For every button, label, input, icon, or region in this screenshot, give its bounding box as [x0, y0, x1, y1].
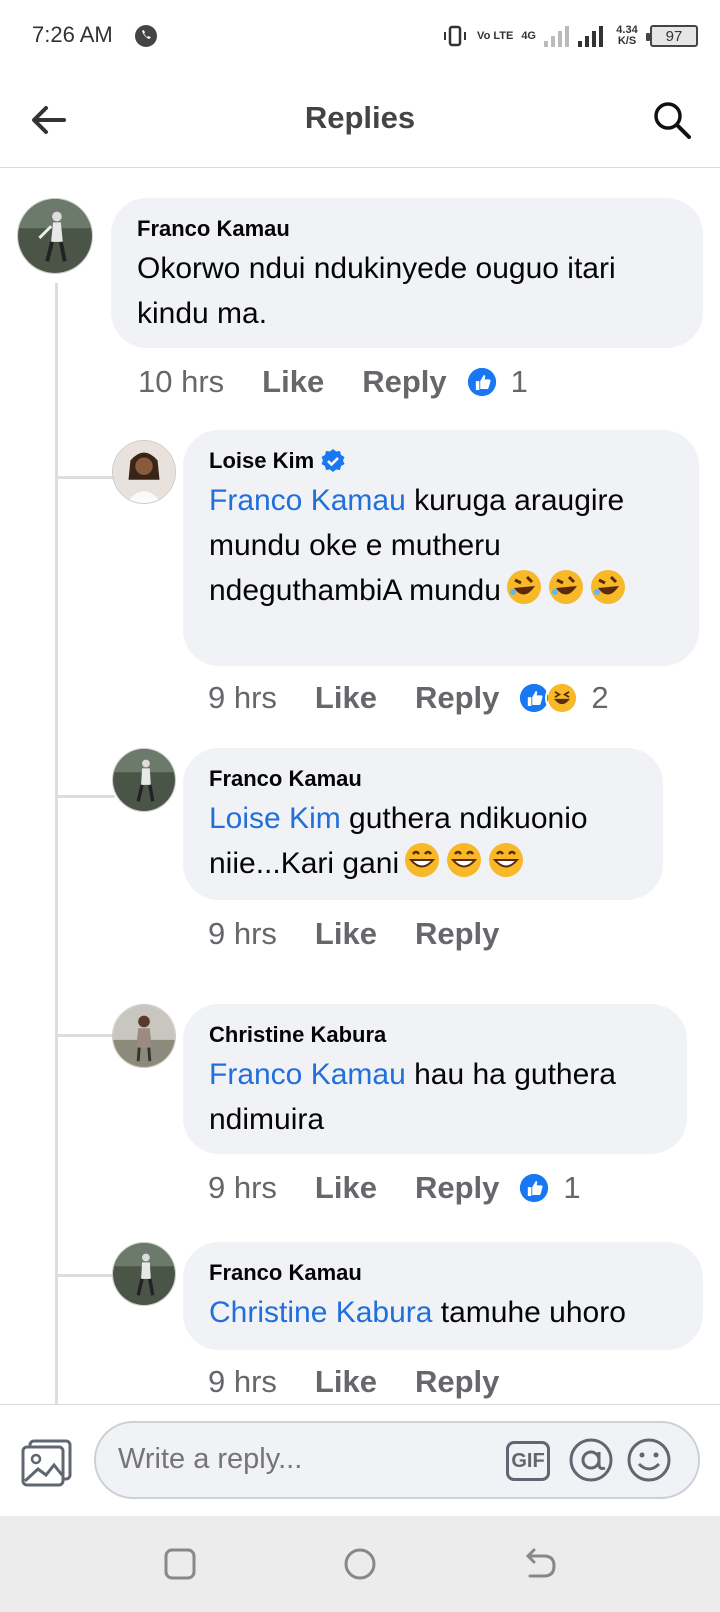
- grin-emoji-icon: [447, 843, 482, 877]
- reactions[interactable]: [517, 1171, 552, 1205]
- comment-time[interactable]: 9 hrs: [208, 1364, 277, 1400]
- rofl-emoji-icon: [506, 570, 541, 604]
- comment-text: Franco Kamau hau ha guthera ndimuira: [209, 1052, 661, 1142]
- reply-composer: GIF: [0, 1404, 720, 1516]
- reply-button[interactable]: Reply: [415, 1170, 499, 1206]
- search-button[interactable]: [648, 96, 696, 144]
- reply-input[interactable]: [118, 1443, 478, 1476]
- avatar[interactable]: [112, 1004, 176, 1068]
- comment-time[interactable]: 9 hrs: [208, 916, 277, 952]
- search-icon: [654, 102, 691, 139]
- comment-bubble[interactable]: Franco Kamau Okorwo ndui ndukinyede ougu…: [111, 198, 703, 348]
- at-mention-icon[interactable]: [568, 1437, 614, 1483]
- mention-link[interactable]: Loise Kim: [209, 802, 341, 835]
- grin-emoji-icon: [489, 843, 524, 877]
- reply-box[interactable]: GIF: [94, 1421, 700, 1499]
- battery-icon: 97: [646, 25, 698, 47]
- thread-connector: [55, 795, 115, 798]
- gif-button[interactable]: GIF: [506, 1441, 550, 1481]
- signal-strong-icon: [578, 26, 603, 47]
- comment-actions: 9 hrs Like Reply 1: [208, 1170, 581, 1206]
- author-name[interactable]: Loise Kim: [209, 448, 314, 474]
- recent-apps-icon[interactable]: [162, 1546, 198, 1582]
- comment-time[interactable]: 9 hrs: [208, 1170, 277, 1206]
- vibrate-icon: [444, 25, 467, 47]
- whatsapp-icon: [135, 25, 157, 47]
- comment-text: Okorwo ndui ndukinyede ouguo itari kindu…: [137, 252, 616, 330]
- comment-bubble[interactable]: Christine Kabura Franco Kamau hau ha gut…: [183, 1004, 687, 1154]
- reaction-count[interactable]: 1: [563, 1170, 580, 1206]
- page-title: Replies: [304, 100, 416, 135]
- comment-bubble[interactable]: Franco Kamau Christine Kabura tamuhe uho…: [183, 1242, 703, 1350]
- status-indicators: Vo LTE 4G 4.34 K/S 97: [441, 20, 698, 52]
- comment-body: tamuhe uhoro: [432, 1296, 626, 1329]
- network-label: 4G: [521, 29, 536, 42]
- comment-text: Franco Kamau kuruga araugire mundu oke e…: [209, 478, 673, 613]
- comment-author[interactable]: Loise Kim: [209, 448, 673, 474]
- rofl-emoji-icon: [548, 570, 583, 604]
- volte-label: Vo LTE: [477, 29, 514, 42]
- comment-bubble[interactable]: Loise Kim Franco Kamau kuruga araugire m…: [183, 430, 699, 666]
- avatar[interactable]: [112, 748, 176, 812]
- comment-actions: 9 hrs Like Reply: [208, 916, 537, 952]
- reply-button[interactable]: Reply: [415, 680, 499, 716]
- mention-link[interactable]: Franco Kamau: [209, 1058, 406, 1091]
- thread-connector: [55, 1274, 115, 1277]
- system-nav-bar: [0, 1516, 720, 1612]
- app-header: Replies: [0, 72, 720, 168]
- photo-icon[interactable]: [20, 1437, 74, 1487]
- net-speed: 4.34 K/S: [616, 24, 638, 47]
- comment-bubble[interactable]: Franco Kamau Loise Kim guthera ndikuonio…: [183, 748, 663, 900]
- reactions[interactable]: [517, 681, 580, 715]
- comment-actions: 9 hrs Like Reply: [208, 1364, 537, 1400]
- comment-text: Christine Kabura tamuhe uhoro: [209, 1290, 677, 1335]
- reactions[interactable]: [464, 365, 499, 399]
- comment-actions: 10 hrs Like Reply 1: [138, 364, 528, 400]
- avatar[interactable]: [17, 198, 93, 274]
- comment-author[interactable]: Franco Kamau: [209, 1260, 677, 1286]
- like-button[interactable]: Like: [315, 1364, 377, 1400]
- signal-weak-icon: [544, 26, 569, 47]
- home-icon[interactable]: [342, 1546, 378, 1582]
- comment-time[interactable]: 9 hrs: [208, 680, 277, 716]
- thread-connector: [55, 1034, 115, 1037]
- comment-text: Loise Kim guthera ndikuonio niie...Kari …: [209, 796, 637, 886]
- reply-button[interactable]: Reply: [415, 916, 499, 952]
- emoji-picker-icon[interactable]: [626, 1437, 672, 1483]
- comment-author[interactable]: Franco Kamau: [137, 216, 677, 242]
- reaction-count[interactable]: 1: [511, 364, 528, 400]
- reaction-count[interactable]: 2: [591, 680, 608, 716]
- battery-level: 97: [665, 27, 683, 45]
- comment-time[interactable]: 10 hrs: [138, 364, 224, 400]
- mention-link[interactable]: Franco Kamau: [209, 484, 406, 517]
- replies-thread[interactable]: Franco Kamau Okorwo ndui ndukinyede ougu…: [0, 168, 720, 1404]
- mention-link[interactable]: Christine Kabura: [209, 1296, 432, 1329]
- like-reaction-icon: [517, 1171, 552, 1205]
- like-button[interactable]: Like: [315, 916, 377, 952]
- avatar[interactable]: [112, 440, 176, 504]
- comment-author[interactable]: Christine Kabura: [209, 1022, 661, 1048]
- comment-author[interactable]: Franco Kamau: [209, 766, 637, 792]
- thread-line: [55, 283, 58, 1404]
- comment-actions: 9 hrs Like Reply 2: [208, 680, 609, 716]
- thread-connector: [55, 476, 115, 479]
- grin-emoji-icon: [405, 843, 440, 877]
- status-time: 7:26 AM: [32, 22, 113, 47]
- verified-badge-icon: [321, 449, 345, 472]
- like-button[interactable]: Like: [315, 1170, 377, 1206]
- like-button[interactable]: Like: [315, 680, 377, 716]
- avatar[interactable]: [112, 1242, 176, 1306]
- back-nav-icon[interactable]: [522, 1546, 558, 1582]
- status-bar: 7:26 AM Vo LTE 4G 4.34 K/S 97: [0, 0, 720, 72]
- like-button[interactable]: Like: [262, 364, 324, 400]
- like-reaction-icon: [464, 365, 499, 399]
- reply-button[interactable]: Reply: [415, 1364, 499, 1400]
- haha-reaction-icon: [545, 681, 580, 715]
- reply-button[interactable]: Reply: [362, 364, 446, 400]
- rofl-emoji-icon: [590, 570, 625, 604]
